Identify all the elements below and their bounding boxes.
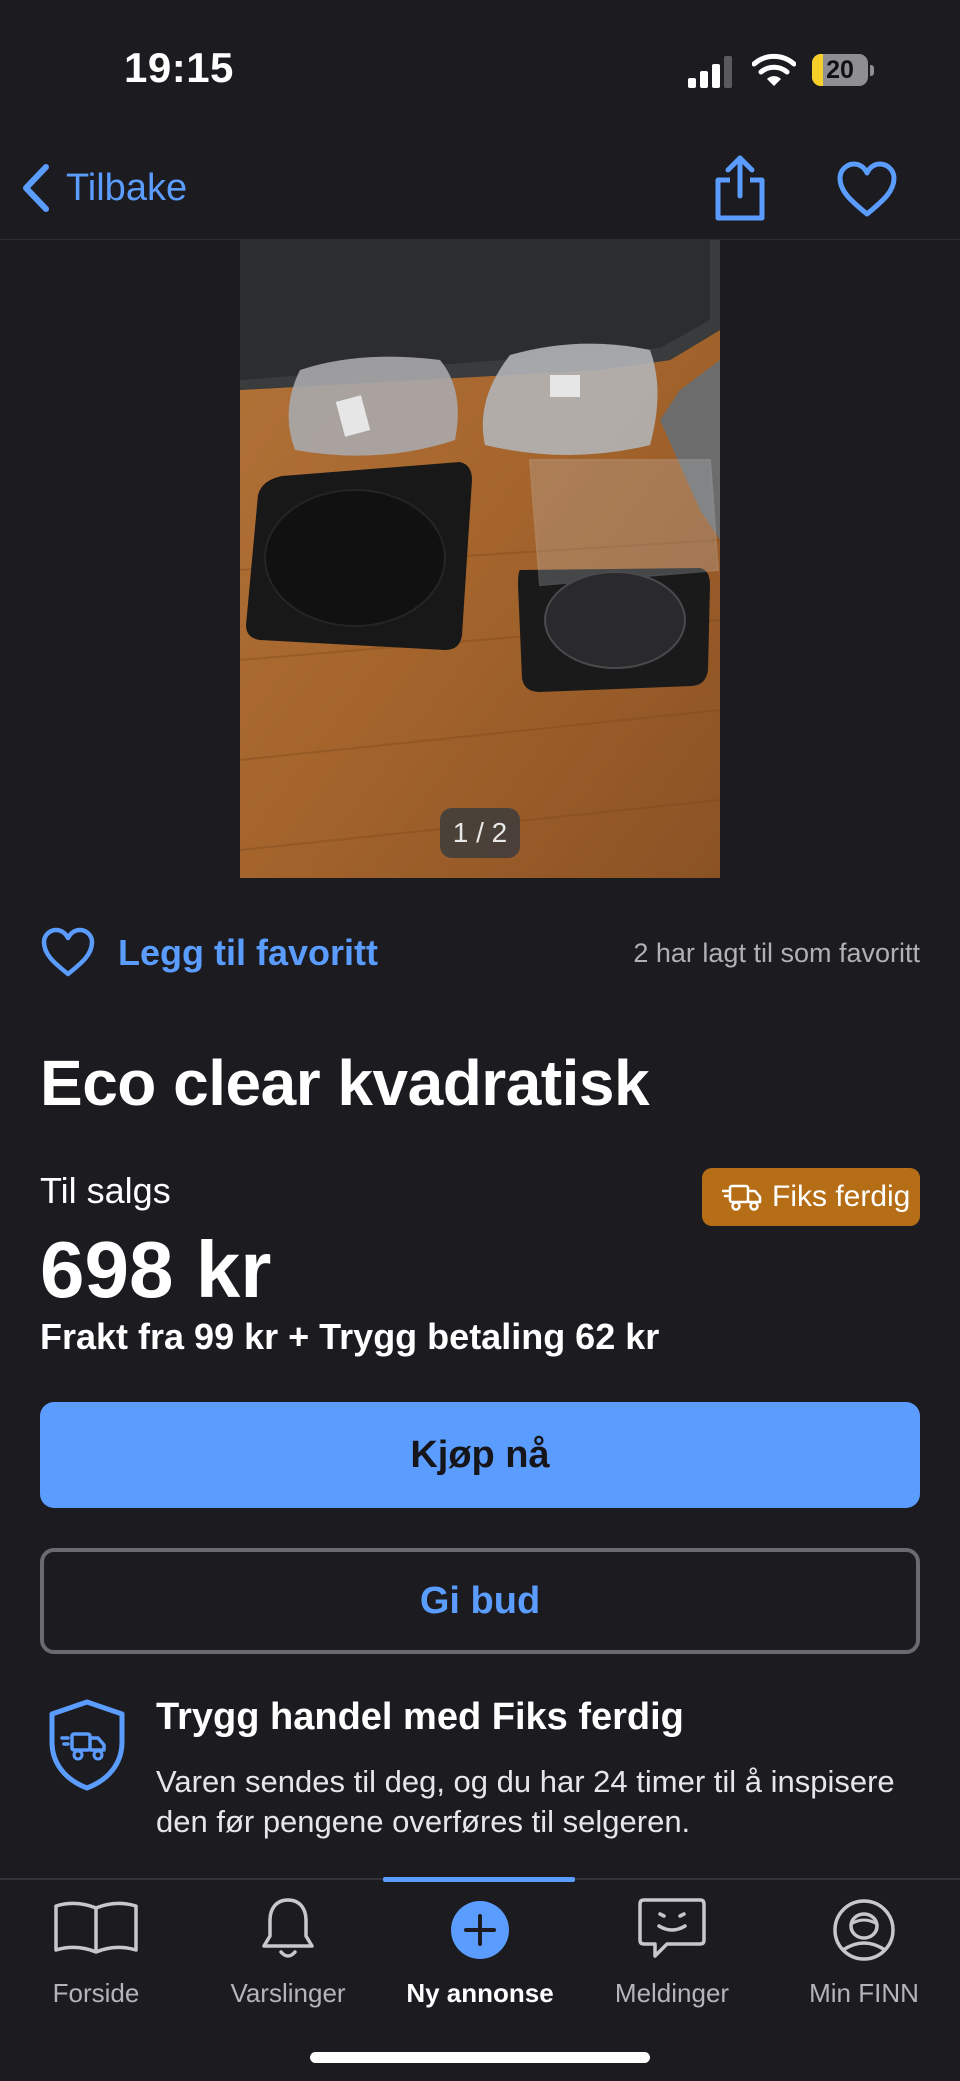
- shipping-info: Frakt fra 99 kr + Trygg betaling 62 kr: [40, 1316, 660, 1357]
- share-icon[interactable]: [712, 154, 768, 222]
- home-indicator: [310, 2052, 650, 2063]
- tab-meldinger[interactable]: Meldinger: [576, 1894, 768, 2014]
- listing-status: Til salgs: [40, 1170, 171, 1211]
- tab-ny-annonse[interactable]: Ny annonse: [384, 1894, 576, 2014]
- shield-truck-icon: [49, 1699, 125, 1791]
- image-pager-badge: 1 / 2: [440, 808, 520, 858]
- product-photo: [240, 240, 720, 878]
- tab-label: Ny annonse: [406, 1978, 554, 2008]
- delivery-truck-icon: [722, 1184, 762, 1211]
- tab-bar: Forside Varslinger Ny annonse Meldinger …: [0, 1877, 960, 2081]
- bell-icon: [262, 1898, 314, 1958]
- profile-icon: [833, 1899, 895, 1961]
- heart-icon[interactable]: [40, 926, 96, 978]
- tab-label: Forside: [52, 1978, 140, 2008]
- active-tab-indicator: [383, 1877, 575, 1882]
- back-label: Tilbake: [66, 166, 188, 209]
- cellular-signal-icon: [688, 56, 732, 88]
- status-bar: 19:15 20: [0, 0, 960, 140]
- price: 698 kr: [40, 1225, 272, 1314]
- listing-title: Eco clear kvadratisk: [40, 1047, 650, 1119]
- back-button[interactable]: Tilbake: [18, 158, 187, 218]
- tab-varslinger[interactable]: Varslinger: [192, 1894, 384, 2014]
- safe-trade-title: Trygg handel med Fiks ferdig: [156, 1696, 684, 1738]
- navigation-bar: Tilbake: [0, 140, 960, 240]
- favorite-row: Legg til favoritt 2 har lagt til som fav…: [40, 920, 920, 984]
- book-icon: [54, 1901, 138, 1954]
- wifi-icon: [752, 53, 796, 86]
- make-offer-button[interactable]: Gi bud: [40, 1548, 920, 1654]
- battery-icon: 20: [812, 54, 874, 86]
- favorite-count: 2 har lagt til som favoritt: [633, 938, 920, 968]
- battery-percent: 20: [826, 56, 854, 84]
- badge-label: Fiks ferdig: [772, 1180, 911, 1213]
- heart-icon[interactable]: [836, 160, 898, 218]
- tab-label: Meldinger: [614, 1978, 730, 2008]
- chat-icon: [638, 1898, 706, 1958]
- fiks-ferdig-badge: Fiks ferdig: [702, 1168, 920, 1226]
- chevron-left-icon: [23, 164, 49, 212]
- product-image[interactable]: [240, 240, 720, 878]
- status-time: 19:15: [124, 44, 234, 91]
- safe-trade-description: Varen sendes til deg, og du har 24 timer…: [156, 1764, 895, 1839]
- add-to-favorites-button[interactable]: Legg til favoritt: [118, 932, 378, 974]
- tab-min-finn[interactable]: Min FINN: [768, 1894, 960, 2014]
- tab-label: Varslinger: [230, 1978, 346, 2008]
- tab-forside[interactable]: Forside: [0, 1894, 192, 2014]
- listing-page: 19:15 20 Tilbake 1 / 2 Legg til favoritt…: [0, 0, 960, 2081]
- tab-label: Min FINN: [809, 1978, 919, 2008]
- buy-now-button[interactable]: Kjøp nå: [40, 1402, 920, 1508]
- plus-circle-icon: [451, 1901, 509, 1959]
